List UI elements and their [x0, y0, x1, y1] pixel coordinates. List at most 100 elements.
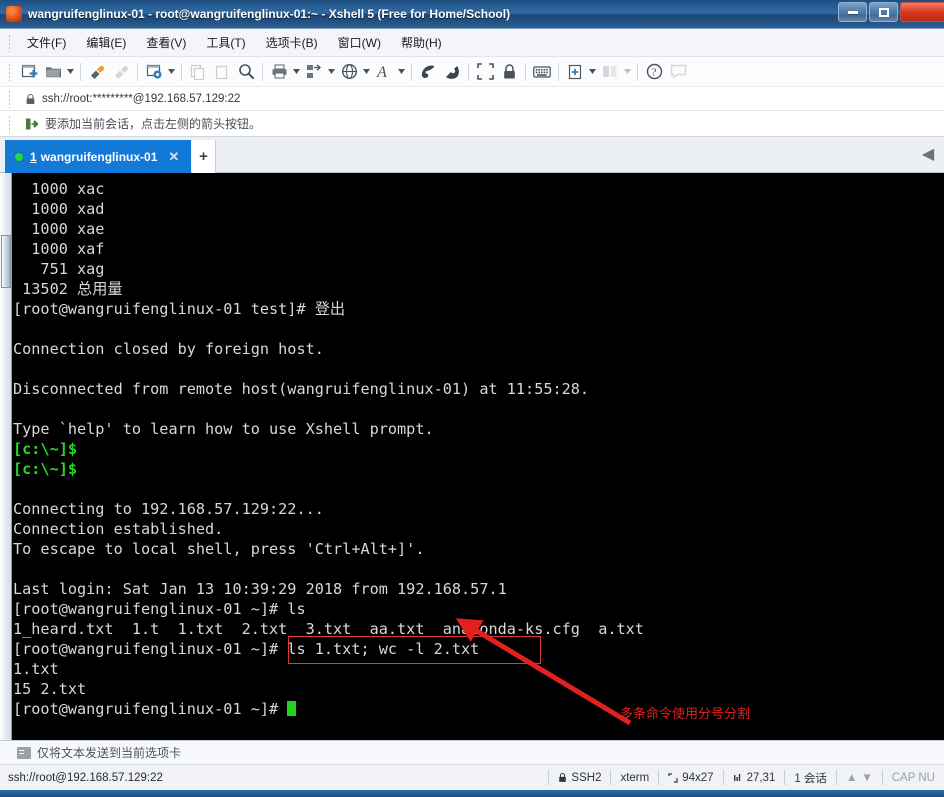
xshell-window: wangruifenglinux-01 - root@wangruifengli…	[0, 0, 944, 797]
lock-icon	[558, 772, 567, 783]
disconnect-icon[interactable]	[110, 60, 132, 84]
toolbar-separator	[137, 62, 138, 81]
font-dropdown-icon[interactable]	[396, 60, 407, 84]
reconnect-icon[interactable]	[86, 60, 108, 84]
toolbar-grip[interactable]	[8, 62, 11, 81]
terminal-line: Type `help' to learn how to use Xshell p…	[13, 419, 944, 439]
terminal-line: Disconnected from remote host(wangruifen…	[13, 379, 944, 399]
status-address: ssh://root@192.168.57.129:22	[8, 771, 163, 784]
web-browser-icon[interactable]	[338, 60, 360, 84]
maximize-button[interactable]	[869, 2, 898, 22]
keyboard-icon[interactable]	[531, 60, 553, 84]
print-icon[interactable]	[268, 60, 290, 84]
menu-help[interactable]: 帮助(H)	[391, 30, 452, 55]
menubar-grip[interactable]	[8, 33, 11, 52]
help-icon[interactable]: ?	[643, 60, 665, 84]
minimize-button[interactable]	[838, 2, 867, 22]
tab-status-dot-icon	[15, 152, 23, 161]
download-arrow-icon: ▼	[861, 771, 873, 784]
terminal-line: 751 xag	[13, 259, 944, 279]
tab-close-icon[interactable]: ✕	[167, 150, 180, 163]
open-folder-icon[interactable]	[42, 60, 64, 84]
terminal-line-text: Disconnected from remote host(wangruifen…	[13, 380, 590, 398]
terminal-line-text: [c:\~]$	[13, 460, 78, 478]
toolbar-separator	[181, 62, 182, 81]
script-stop-icon[interactable]	[441, 60, 463, 84]
terminal-line: 1000 xae	[13, 219, 944, 239]
terminal-line-text: 751 xag	[13, 260, 105, 278]
toolbar-separator	[637, 62, 638, 81]
new-session-icon[interactable]	[18, 60, 40, 84]
lock-icon[interactable]	[498, 60, 520, 84]
status-size: 94x27	[659, 765, 722, 791]
menu-file[interactable]: 文件(F)	[17, 30, 76, 55]
fullscreen-icon[interactable]	[474, 60, 496, 84]
terminal-line-text: [root@wangruifenglinux-01 ~]#	[13, 700, 288, 718]
terminal-line: 1000 xac	[13, 179, 944, 199]
terminal-line: Connection established.	[13, 519, 944, 539]
send-to-tab-icon	[17, 746, 31, 759]
add-layout-dropdown-icon[interactable]	[587, 60, 598, 84]
print-dropdown-icon[interactable]	[291, 60, 302, 84]
terminal-line-text: Connection established.	[13, 520, 224, 538]
copy-icon[interactable]	[187, 60, 209, 84]
hintbar-grip[interactable]	[8, 114, 11, 133]
terminal-line-text: Connecting to 192.168.57.129:22...	[13, 500, 324, 518]
menu-tools[interactable]: 工具(T)	[196, 30, 255, 55]
terminal-line-text: Last login: Sat Jan 13 10:39:29 2018 fro…	[13, 580, 507, 598]
status-protocol-label: SSH2	[571, 771, 602, 784]
add-to-favorites-icon[interactable]	[25, 117, 39, 131]
tab-scroll-left-icon[interactable]: ◀	[915, 144, 941, 164]
svg-text:?: ?	[651, 67, 656, 79]
tab-wangruifenglinux-01[interactable]: 1 wangruifenglinux-01 ✕	[5, 140, 187, 173]
menu-edit[interactable]: 编辑(E)	[76, 30, 136, 55]
session-url[interactable]: ssh://root:*********@192.168.57.129:22	[42, 93, 240, 105]
terminal-scrollbar-thumb[interactable]	[1, 235, 11, 288]
new-tab-button[interactable]: +	[192, 140, 216, 173]
comment-icon[interactable]	[667, 60, 689, 84]
arrange-icon[interactable]	[599, 60, 621, 84]
menu-window[interactable]: 窗口(W)	[328, 30, 391, 55]
add-layout-icon[interactable]	[564, 60, 586, 84]
menu-view[interactable]: 查看(V)	[136, 30, 196, 55]
terminal-scrollbar[interactable]	[0, 173, 12, 740]
terminal-line-text: Connection closed by foreign host.	[13, 340, 324, 358]
status-bar: ssh://root@192.168.57.129:22 SSH2 xterm	[0, 764, 944, 790]
annotation-text: 多条命令使用分号分割	[620, 707, 751, 722]
paste-icon[interactable]	[211, 60, 233, 84]
tab-bar: 1 wangruifenglinux-01 ✕ + ◀	[0, 137, 944, 173]
toolbar-separator	[262, 62, 263, 81]
script-run-icon[interactable]	[417, 60, 439, 84]
session-properties-icon[interactable]	[143, 60, 165, 84]
find-icon[interactable]	[235, 60, 257, 84]
close-button[interactable]	[900, 2, 944, 22]
open-folder-dropdown-icon[interactable]	[65, 60, 76, 84]
file-transfer-icon[interactable]	[303, 60, 325, 84]
web-browser-dropdown-icon[interactable]	[361, 60, 372, 84]
toolbar-separator	[80, 62, 81, 81]
terminal-line: Connection closed by foreign host.	[13, 339, 944, 359]
status-cursor-label: 27,31	[746, 771, 776, 784]
lock-icon	[25, 93, 36, 105]
file-transfer-dropdown-icon[interactable]	[326, 60, 337, 84]
session-properties-dropdown-icon[interactable]	[166, 60, 177, 84]
terminal-cursor	[287, 701, 297, 716]
menu-tabs[interactable]: 选项卡(B)	[256, 30, 328, 55]
arrange-dropdown-icon[interactable]	[622, 60, 633, 84]
terminal-line-text: Type `help' to learn how to use Xshell p…	[13, 420, 434, 438]
urlbar-grip[interactable]	[8, 89, 11, 108]
annotation-highlight-box	[288, 636, 541, 664]
status-transfer-indicators: ▲ ▼	[837, 765, 882, 791]
terminal-line-text: 1000 xaf	[13, 240, 105, 258]
font-icon[interactable]: A	[373, 60, 395, 84]
terminal-panel: 1000 xac 1000 xad 1000 xae 1000 xaf 751 …	[0, 173, 944, 740]
terminal-line-text: 1000 xad	[13, 200, 105, 218]
toolbar-separator	[525, 62, 526, 81]
terminal-line: [root@wangruifenglinux-01 test]# 登出	[13, 299, 944, 319]
send-target-label: 仅将文本发送到当前选项卡	[37, 746, 182, 760]
